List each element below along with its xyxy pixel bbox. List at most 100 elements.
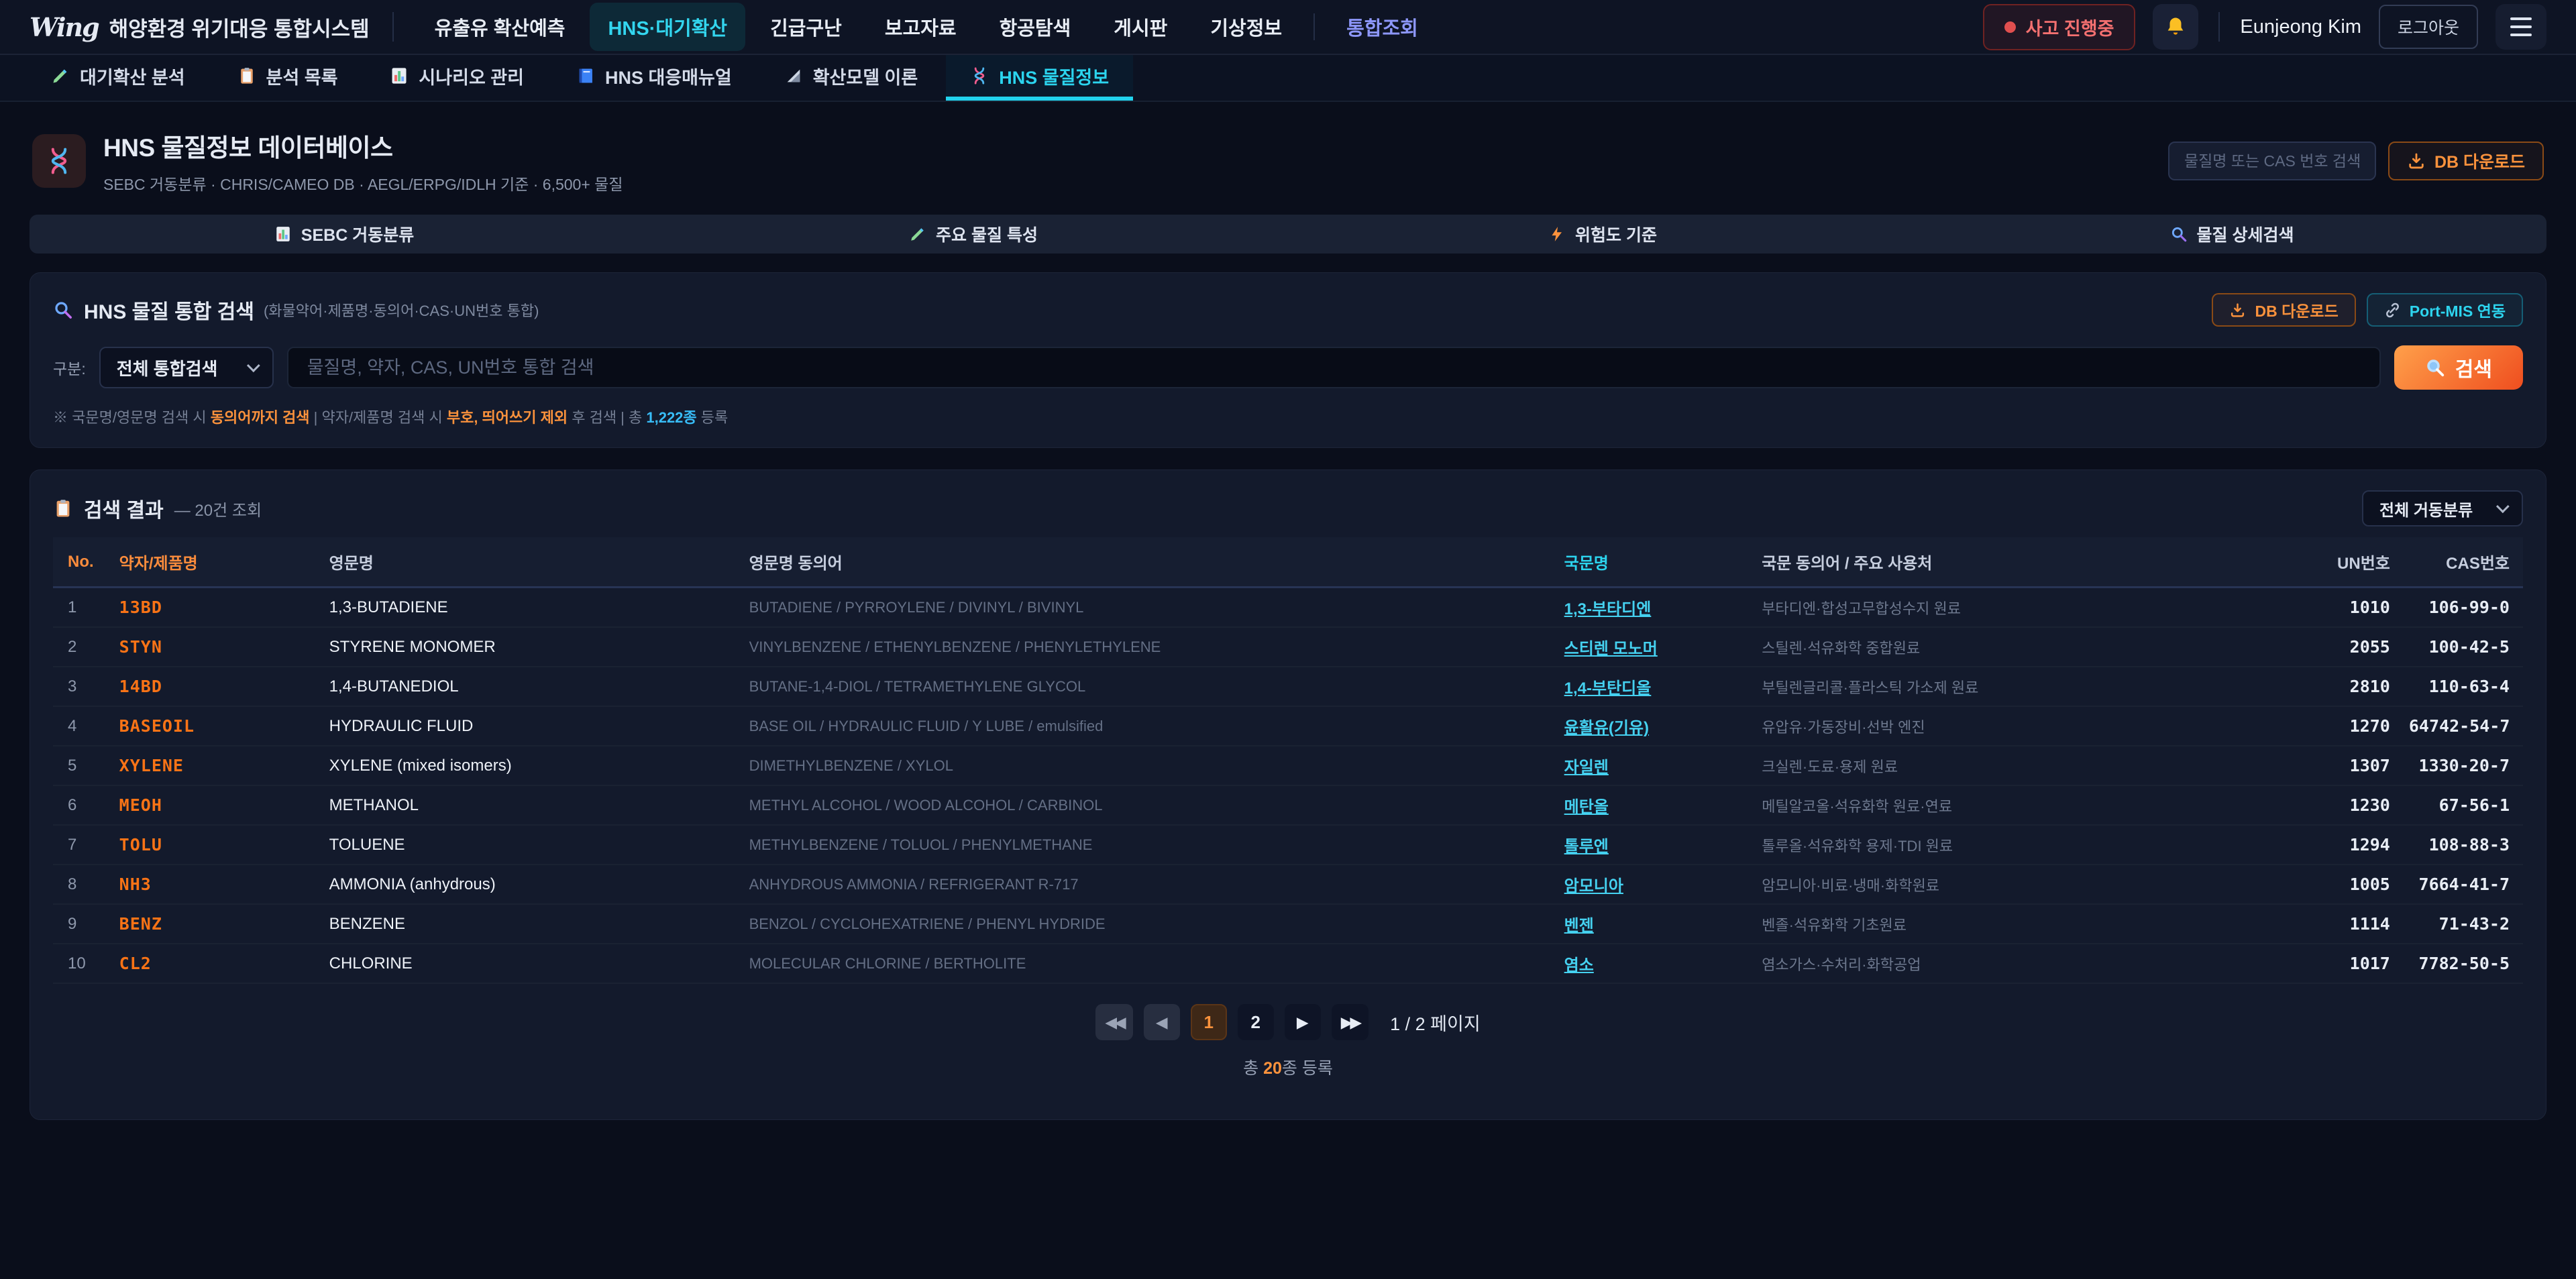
- nav-item-weather[interactable]: 기상정보: [1192, 3, 1300, 51]
- results-table: No. 약자/제품명 영문명 영문명 동의어 국문명 국문 동의어 / 주요 사…: [53, 537, 2523, 984]
- page-header: HNS 물질정보 데이터베이스 SEBC 거동분류 · CHRIS/CAMEO …: [32, 127, 2544, 194]
- incident-status-badge[interactable]: 사고 진행중: [1983, 4, 2136, 50]
- table-row[interactable]: 3 14BD 1,4-BUTANEDIOL BUTANE-1,4-DIOL / …: [53, 667, 2523, 706]
- pencil-icon: [909, 225, 926, 243]
- cas-number: 110-63-4: [2400, 667, 2523, 706]
- dna-icon: [970, 66, 989, 85]
- substance-name-ko-link[interactable]: 암모니아: [1564, 877, 1623, 895]
- pagination-last-button[interactable]: ▶▶: [1332, 1004, 1368, 1040]
- table-row[interactable]: 6 MEOH METHANOL METHYL ALCOHOL / WOOD AL…: [53, 785, 2523, 825]
- category-tab-detail-search[interactable]: 물질 상세검색: [1917, 215, 2546, 254]
- nav-item-reports[interactable]: 보고자료: [867, 3, 975, 51]
- substance-name-ko-link[interactable]: 염소: [1564, 956, 1594, 975]
- search-button[interactable]: 검색: [2394, 345, 2523, 390]
- un-number: 1230: [2284, 785, 2400, 825]
- category-tab-properties[interactable]: 주요 물질 특성: [659, 215, 1288, 254]
- substance-name-ko-link[interactable]: 메탄올: [1564, 798, 1609, 816]
- pagination-next-button[interactable]: ▶: [1285, 1004, 1321, 1040]
- cas-number: 71-43-2: [2400, 904, 2523, 944]
- substance-name-ko-link[interactable]: 1,3-부타디엔: [1564, 600, 1652, 618]
- unified-search-input[interactable]: [287, 347, 2381, 388]
- nav-item-board[interactable]: 게시판: [1095, 3, 1185, 51]
- nav-item-hns-dispersion[interactable]: HNS·대기확산: [590, 3, 745, 51]
- table-row[interactable]: 4 BASEOIL HYDRAULIC FLUID BASE OIL / HYD…: [53, 706, 2523, 746]
- table-row[interactable]: 5 XYLENE XYLENE (mixed isomers) DIMETHYL…: [53, 746, 2523, 785]
- notifications-button[interactable]: [2153, 4, 2198, 50]
- divider: [1313, 13, 1315, 40]
- substance-name-en: STYRENE MONOMER: [320, 627, 740, 667]
- nav-item-oil-spill[interactable]: 유출유 확산예측: [417, 3, 584, 51]
- clipboard-icon: [237, 66, 256, 85]
- category-tab-sebc[interactable]: SEBC 거동분류: [30, 215, 659, 254]
- row-number: 5: [53, 746, 110, 785]
- behavior-class-filter-select[interactable]: 전체 거동분류: [2362, 490, 2523, 526]
- nav-item-rescue[interactable]: 긴급구난: [752, 3, 860, 51]
- search-category-select[interactable]: 전체 통합검색: [99, 347, 274, 388]
- table-row[interactable]: 1 13BD 1,3-BUTADIENE BUTADIENE / PYRROYL…: [53, 588, 2523, 628]
- db-download-button[interactable]: DB 다운로드: [2388, 142, 2544, 180]
- substance-name-en: TOLUENE: [320, 825, 740, 865]
- logout-button[interactable]: 로그아웃: [2379, 5, 2478, 49]
- chevron-down-icon: [2496, 500, 2510, 513]
- chart-icon: [274, 225, 292, 243]
- app-logo[interactable]: Wing 해양환경 위기대응 통합시스템: [30, 12, 370, 42]
- tab-scenario-management[interactable]: 시나리오 관리: [366, 55, 548, 101]
- substance-synonyms-ko: 메틸알코올·석유화학 원료·연료: [1752, 785, 2284, 825]
- tab-dispersion-model-theory[interactable]: 확산모델 이론: [760, 55, 943, 101]
- substance-name-ko-link[interactable]: 톨루엔: [1564, 838, 1609, 856]
- search-hint: ※ 국문명/영문명 검색 시 동의어까지 검색 | 약자/제품명 검색 시 부호…: [53, 406, 2523, 427]
- chart-icon: [390, 66, 409, 85]
- divider: [392, 12, 394, 42]
- results-header: 검색 결과 — 20건 조회 전체 거동분류: [53, 490, 2523, 526]
- substance-name-ko-link[interactable]: 자일렌: [1564, 759, 1609, 777]
- book-icon: [576, 66, 595, 85]
- substance-code: TOLU: [110, 825, 320, 865]
- incident-dot-icon: [2004, 21, 2016, 33]
- substance-name-en: CHLORINE: [320, 944, 740, 983]
- substance-name-ko-link[interactable]: 1,4-부탄디올: [1564, 679, 1652, 698]
- hamburger-menu-button[interactable]: [2496, 4, 2546, 50]
- dna-icon: [32, 134, 86, 188]
- substance-synonyms-en: METHYL ALCOHOL / WOOD ALCOHOL / CARBINOL: [740, 785, 1555, 825]
- table-row[interactable]: 8 NH3 AMMONIA (anhydrous) ANHYDROUS AMMO…: [53, 865, 2523, 904]
- db-download-button[interactable]: DB 다운로드: [2212, 293, 2355, 327]
- unified-search-panel: HNS 물질 통합 검색 (화물약어·제품명·동의어·CAS·UN번호 통합) …: [30, 272, 2546, 448]
- substance-name-ko-cell: 1,3-부타디엔: [1555, 588, 1753, 628]
- tab-hns-manual[interactable]: HNS 대응매뉴얼: [552, 55, 756, 101]
- pagination-page-1[interactable]: 1: [1191, 1004, 1227, 1040]
- substance-name-ko-link[interactable]: 벤젠: [1564, 917, 1594, 935]
- pagination-page-2[interactable]: 2: [1238, 1004, 1274, 1040]
- tab-analysis-list[interactable]: 분석 목록: [213, 55, 362, 101]
- tab-dispersion-analysis[interactable]: 대기확산 분석: [27, 55, 209, 101]
- row-number: 2: [53, 627, 110, 667]
- cas-number: 64742-54-7: [2400, 706, 2523, 746]
- column-header-name-en: 영문명: [320, 537, 740, 588]
- substance-name-ko-cell: 자일렌: [1555, 746, 1753, 785]
- pencil-icon: [51, 66, 70, 85]
- table-row[interactable]: 10 CL2 CHLORINE MOLECULAR CHLORINE / BER…: [53, 944, 2523, 983]
- column-header-name-ko: 국문명: [1555, 537, 1753, 588]
- nav-item-integrated-lookup[interactable]: 통합조회: [1328, 3, 1436, 51]
- results-title-row: 검색 결과: [53, 494, 164, 523]
- clipboard-icon: [53, 498, 73, 518]
- un-number: 1017: [2284, 944, 2400, 983]
- pagination-first-button[interactable]: ◀◀: [1095, 1004, 1132, 1040]
- table-row[interactable]: 2 STYN STYRENE MONOMER VINYLBENZENE / ET…: [53, 627, 2523, 667]
- row-number: 6: [53, 785, 110, 825]
- quick-search-input[interactable]: [2168, 142, 2376, 180]
- category-tab-risk[interactable]: 위험도 기준: [1288, 215, 1917, 254]
- substance-synonyms-ko: 부틸렌글리콜·플라스틱 가소제 원료: [1752, 667, 2284, 706]
- tab-hns-substance-info[interactable]: HNS 물질정보: [946, 55, 1133, 101]
- pagination-prev-button[interactable]: ◀: [1144, 1004, 1180, 1040]
- table-row[interactable]: 9 BENZ BENZENE BENZOL / CYCLOHEXATRIENE …: [53, 904, 2523, 944]
- table-row[interactable]: 7 TOLU TOLUENE METHYLBENZENE / TOLUOL / …: [53, 825, 2523, 865]
- substance-name-ko-link[interactable]: 윤활유(기유): [1564, 719, 1649, 737]
- search-panel-title: HNS 물질 통합 검색: [84, 295, 254, 325]
- section-tabbar: 대기확산 분석 분석 목록 시나리오 관리 HNS 대응매뉴얼 확산모델 이론 …: [0, 55, 2576, 102]
- lightning-icon: [1548, 225, 1566, 243]
- substance-synonyms-en: METHYLBENZENE / TOLUOL / PHENYLMETHANE: [740, 825, 1555, 865]
- substance-name-ko-link[interactable]: 스티렌 모노머: [1564, 640, 1658, 658]
- substance-code: 13BD: [110, 588, 320, 628]
- portmis-link-button[interactable]: Port-MIS 연동: [2367, 293, 2523, 327]
- nav-item-aerial-search[interactable]: 항공탐색: [981, 3, 1089, 51]
